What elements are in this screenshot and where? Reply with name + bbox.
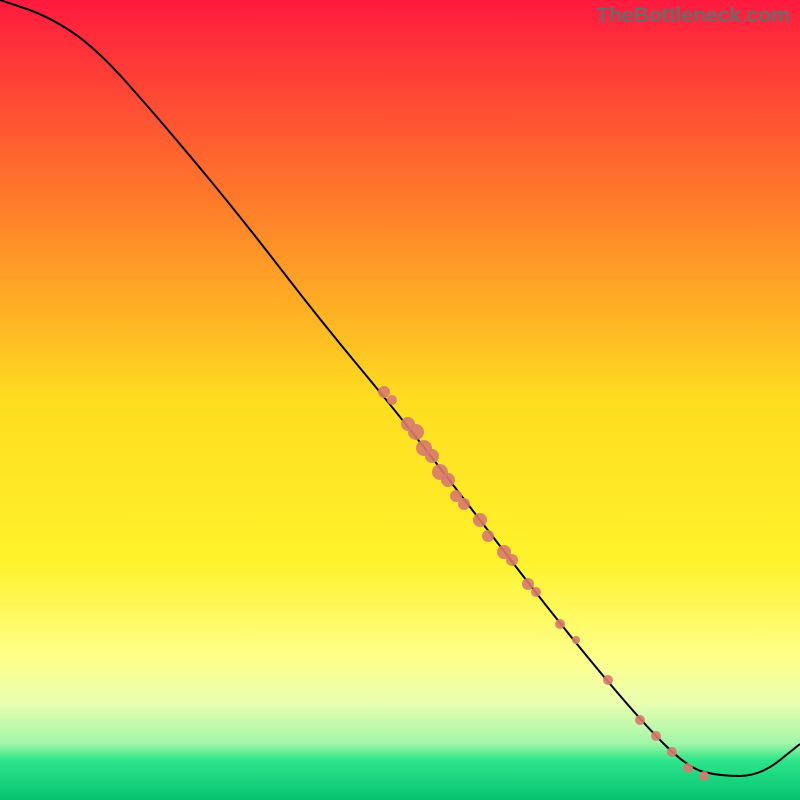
data-point	[699, 771, 709, 781]
data-point	[482, 530, 494, 542]
data-point	[572, 636, 580, 644]
data-point	[387, 395, 397, 405]
data-point	[425, 449, 439, 463]
data-point	[441, 473, 455, 487]
data-point	[506, 554, 518, 566]
data-point	[555, 619, 565, 629]
data-point	[458, 498, 470, 510]
data-point	[667, 747, 677, 757]
data-point	[378, 386, 390, 398]
chart-background	[0, 0, 800, 800]
data-point	[635, 715, 645, 725]
data-point	[603, 675, 613, 685]
data-point	[408, 424, 424, 440]
data-point	[531, 587, 541, 597]
data-point	[473, 513, 487, 527]
watermark-text: TheBottleneck.com	[596, 4, 790, 28]
data-point	[683, 763, 693, 773]
bottleneck-chart: TheBottleneck.com	[0, 0, 800, 800]
data-point	[651, 731, 661, 741]
chart-svg	[0, 0, 800, 800]
data-point	[522, 578, 534, 590]
